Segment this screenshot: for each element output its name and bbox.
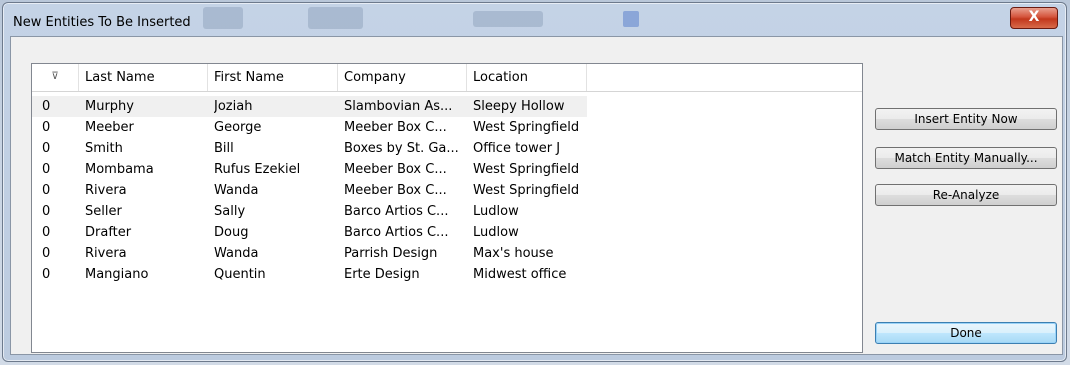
cell-location: Ludlow xyxy=(473,225,519,240)
cell-first-name: Bill xyxy=(214,141,234,156)
cell-location: West Springfield xyxy=(473,162,580,177)
row-flag: 0 xyxy=(42,99,51,114)
cell-last-name: Rivera xyxy=(85,183,127,198)
table-row[interactable]: 0 Rivera Wanda Meeber Box C... West Spri… xyxy=(32,180,862,201)
cell-first-name: Quentin xyxy=(214,267,266,282)
cell-last-name: Murphy xyxy=(85,99,134,114)
cell-last-name: Mangiano xyxy=(85,267,149,282)
cell-last-name: Drafter xyxy=(85,225,132,240)
re-analyze-button[interactable]: Re-Analyze xyxy=(875,184,1057,206)
close-icon: X xyxy=(1028,9,1040,25)
table-row[interactable]: 0 Drafter Doug Barco Artios C... Ludlow xyxy=(32,222,862,243)
table-row[interactable]: 0 Rivera Wanda Parrish Design Max's hous… xyxy=(32,243,862,264)
cell-first-name: Wanda xyxy=(214,183,259,198)
cell-company: Meeber Box C... xyxy=(344,162,447,177)
cell-location: Midwest office xyxy=(473,267,567,282)
table-row[interactable]: 0 Murphy Joziah Slambovian As... Sleepy … xyxy=(32,96,862,117)
background-blur xyxy=(473,11,543,27)
done-button[interactable]: Done xyxy=(875,322,1057,344)
cell-location: Sleepy Hollow xyxy=(473,99,565,114)
cell-company: Barco Artios C... xyxy=(344,204,449,219)
row-flag: 0 xyxy=(42,120,51,135)
sort-filter-icon[interactable]: ⊽ xyxy=(32,64,79,91)
table-row[interactable]: 0 Smith Bill Boxes by St. Ga... Office t… xyxy=(32,138,862,159)
row-flag: 0 xyxy=(42,204,51,219)
column-header-first-name[interactable]: First Name xyxy=(208,64,338,91)
cell-first-name: Sally xyxy=(214,204,246,219)
background-blur xyxy=(623,11,639,27)
dialog-window: New Entities To Be Inserted X ⊽ Last Nam… xyxy=(2,2,1067,362)
table-row[interactable]: 0 Meeber George Meeber Box C... West Spr… xyxy=(32,117,862,138)
match-entity-manually-button[interactable]: Match Entity Manually... xyxy=(875,147,1057,169)
cell-company: Barco Artios C... xyxy=(344,225,449,240)
row-flag: 0 xyxy=(42,183,51,198)
row-flag: 0 xyxy=(42,225,51,240)
background-blur xyxy=(308,7,363,29)
cell-first-name: George xyxy=(214,120,262,135)
close-button[interactable]: X xyxy=(1010,7,1058,29)
table-row[interactable]: 0 Seller Sally Barco Artios C... Ludlow xyxy=(32,201,862,222)
cell-first-name: Rufus Ezekiel xyxy=(214,162,301,177)
cell-location: Office tower J xyxy=(473,141,561,156)
table-row[interactable]: 0 Mangiano Quentin Erte Design Midwest o… xyxy=(32,264,862,285)
cell-last-name: Mombama xyxy=(85,162,154,177)
cell-location: Max's house xyxy=(473,246,554,261)
row-flag: 0 xyxy=(42,162,51,177)
window-title: New Entities To Be Inserted xyxy=(13,15,191,30)
cell-last-name: Seller xyxy=(85,204,122,219)
cell-first-name: Doug xyxy=(214,225,249,240)
insert-entity-now-button[interactable]: Insert Entity Now xyxy=(875,108,1057,130)
cell-location: Ludlow xyxy=(473,204,519,219)
cell-company: Erte Design xyxy=(344,267,420,282)
cell-company: Meeber Box C... xyxy=(344,120,447,135)
row-flag: 0 xyxy=(42,246,51,261)
cell-last-name: Meeber xyxy=(85,120,134,135)
column-header-company[interactable]: Company xyxy=(338,64,467,91)
column-header-last-name[interactable]: Last Name xyxy=(79,64,208,91)
cell-company: Slambovian As... xyxy=(344,99,453,114)
background-blur xyxy=(203,7,243,29)
row-flag: 0 xyxy=(42,267,51,282)
cell-first-name: Wanda xyxy=(214,246,259,261)
cell-company: Parrish Design xyxy=(344,246,438,261)
row-flag: 0 xyxy=(42,141,51,156)
dialog-client-area: ⊽ Last Name First Name Company Location … xyxy=(10,36,1063,355)
column-header-location[interactable]: Location xyxy=(467,64,587,91)
cell-first-name: Joziah xyxy=(214,99,253,114)
cell-location: West Springfield xyxy=(473,120,580,135)
cell-location: West Springfield xyxy=(473,183,580,198)
table-row[interactable]: 0 Mombama Rufus Ezekiel Meeber Box C... … xyxy=(32,159,862,180)
grid-header: ⊽ Last Name First Name Company Location xyxy=(32,64,862,92)
cell-company: Meeber Box C... xyxy=(344,183,447,198)
cell-last-name: Smith xyxy=(85,141,123,156)
cell-company: Boxes by St. Ga... xyxy=(344,141,459,156)
entities-grid[interactable]: ⊽ Last Name First Name Company Location … xyxy=(31,63,863,353)
title-bar[interactable]: New Entities To Be Inserted X xyxy=(3,3,1066,37)
cell-last-name: Rivera xyxy=(85,246,127,261)
